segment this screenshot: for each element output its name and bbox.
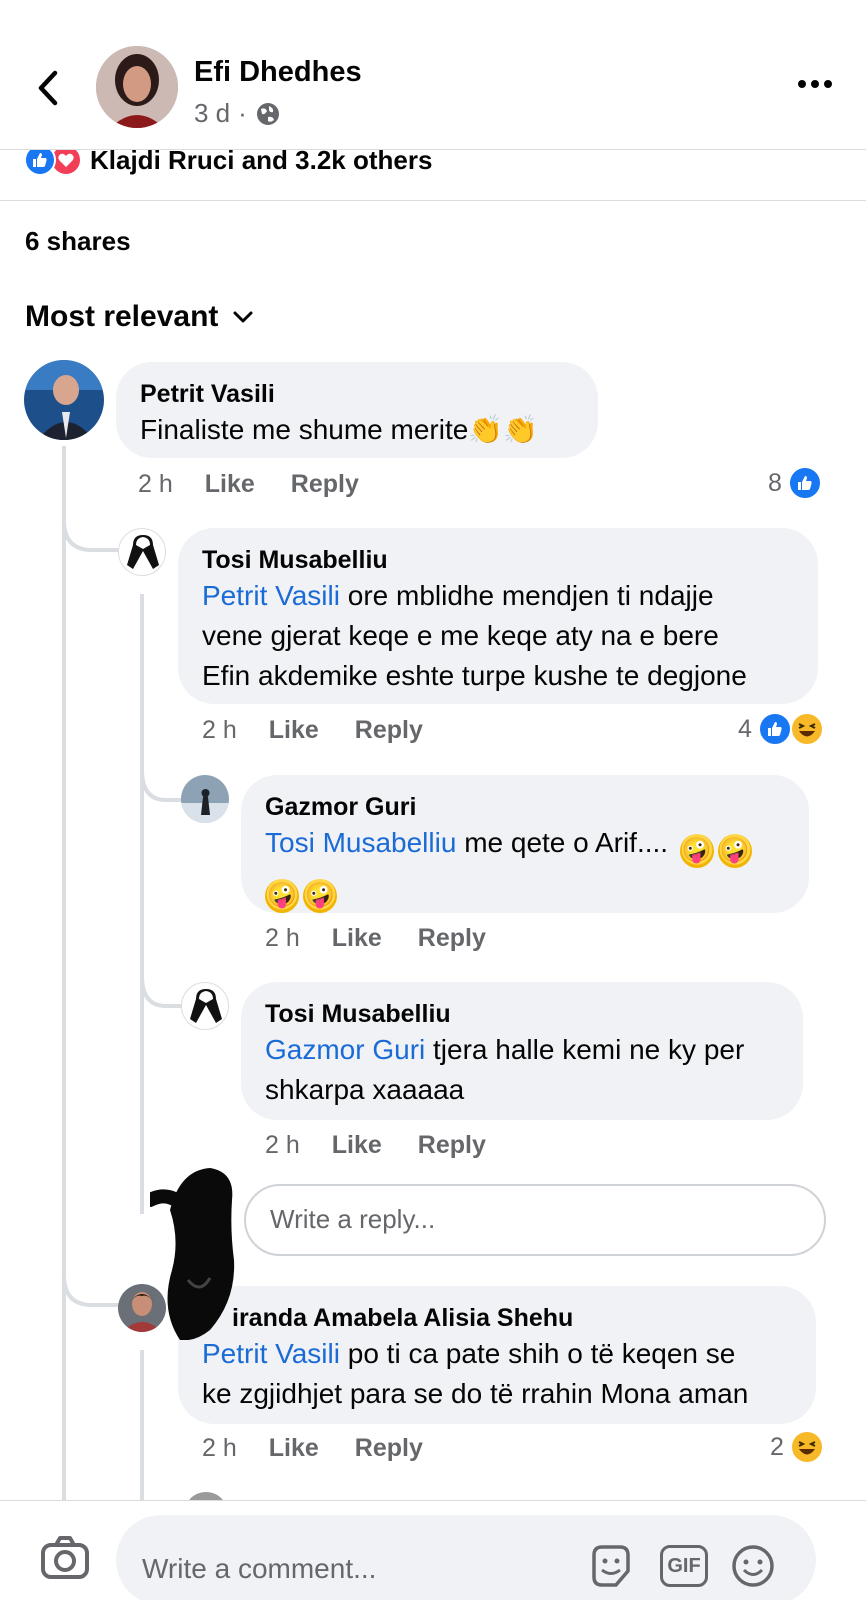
commenter-avatar[interactable] xyxy=(118,528,166,576)
comment-placeholder: Write a comment... xyxy=(142,1553,377,1584)
comment-text: Gazmor Guri tjera halle kemi ne ky per xyxy=(265,1034,745,1065)
gif-icon: GIF xyxy=(667,1554,701,1577)
reply-button[interactable]: Reply xyxy=(355,716,423,745)
comment-text-line: shkarpa xaaaaa xyxy=(265,1074,465,1105)
like-button[interactable]: Like xyxy=(269,716,319,745)
thread-connector xyxy=(62,1275,122,1307)
post-header: Efi Dhedhes 3 d · xyxy=(0,0,866,150)
comment-actions: 2 h Like Reply xyxy=(138,470,395,499)
comment-reactions[interactable]: 2 xyxy=(770,1430,824,1464)
reply-button[interactable]: Reply xyxy=(418,924,486,953)
comment-actions: 2 h Like Reply xyxy=(265,1131,522,1160)
comment-bubble[interactable]: iranda Amabela Alisia Shehu Petrit Vasil… xyxy=(178,1286,816,1424)
commenter-name[interactable]: Tosi Musabelliu xyxy=(265,998,779,1030)
mention-link[interactable]: Petrit Vasili xyxy=(202,1338,340,1369)
meta-separator: · xyxy=(238,98,247,128)
like-button[interactable]: Like xyxy=(332,924,382,953)
comment-text: Petrit Vasili ore mblidhe mendjen ti nda… xyxy=(202,580,714,611)
reaction-count: 2 xyxy=(770,1432,784,1461)
haha-reaction-icon xyxy=(789,712,824,746)
clap-emoji: 👏👏 xyxy=(468,414,539,445)
reaction-count: 4 xyxy=(738,714,752,743)
author-name[interactable]: Efi Dhedhes xyxy=(194,56,362,89)
divider xyxy=(0,200,866,201)
comment-bubble[interactable]: Tosi Musabelliu Gazmor Guri tjera halle … xyxy=(241,982,803,1120)
more-options-button[interactable] xyxy=(798,80,832,88)
reaction-count: 8 xyxy=(768,468,782,497)
zany-face-icon: 🤪 xyxy=(303,879,337,913)
comment-actions: 2 h Like Reply xyxy=(202,716,459,745)
commenter-name[interactable]: Petrit Vasili xyxy=(140,378,574,410)
more-icon xyxy=(798,80,806,88)
comment-input[interactable]: Write a comment... GIF xyxy=(116,1515,816,1600)
commenter-avatar[interactable] xyxy=(24,360,104,440)
sticker-icon[interactable] xyxy=(588,1543,634,1589)
comment-bubble[interactable]: Tosi Musabelliu Petrit Vasili ore mblidh… xyxy=(178,528,818,704)
gif-button[interactable]: GIF xyxy=(660,1545,708,1587)
globe-icon xyxy=(256,102,279,125)
mention-link[interactable]: Gazmor Guri xyxy=(265,1034,425,1065)
commenter-name[interactable]: iranda Amabela Alisia Shehu xyxy=(202,1302,792,1334)
post-time: 3 d xyxy=(194,98,231,128)
commenter-name[interactable]: Gazmor Guri xyxy=(265,791,785,823)
comment-time: 2 h xyxy=(265,1131,300,1159)
zany-face-icon: 🤪 xyxy=(265,879,299,913)
comment-composer: Write a comment... GIF xyxy=(0,1500,866,1600)
comment-text-line: Efin akdemike eshte turpe kushe te degjo… xyxy=(202,660,747,691)
comment-reactions[interactable]: 4 xyxy=(738,712,824,746)
comment-text-line: vene gjerat keqe e me keqe aty na e bere xyxy=(202,620,719,651)
comment-actions: 2 h Like Reply xyxy=(265,924,522,953)
comment-text-line: 🤪 🤪 xyxy=(261,868,785,913)
shares-count[interactable]: 6 shares xyxy=(25,226,131,257)
comment-reactions[interactable]: 8 xyxy=(768,466,822,500)
commenter-avatar[interactable] xyxy=(181,775,229,823)
thread-line xyxy=(140,1350,144,1510)
comment-text-line: ke zgjidhjet para se do të rrahin Mona a… xyxy=(202,1378,749,1409)
like-reaction-icon xyxy=(787,466,822,500)
mention-link[interactable]: Tosi Musabelliu xyxy=(265,827,456,858)
commenter-name[interactable]: Tosi Musabelliu xyxy=(202,544,794,576)
comment-text: Petrit Vasili po ti ca pate shih o të ke… xyxy=(202,1338,736,1369)
thread-connector xyxy=(62,520,122,552)
post-meta: 3 d · xyxy=(194,98,281,129)
thread-line xyxy=(140,594,144,1214)
like-button[interactable]: Like xyxy=(269,1434,319,1463)
like-button[interactable]: Like xyxy=(332,1131,382,1160)
comment-actions: 2 h Like Reply xyxy=(202,1434,459,1463)
mention-link[interactable]: Petrit Vasili xyxy=(202,580,340,611)
zany-face-icon: 🤪 xyxy=(679,834,714,868)
haha-reaction-icon xyxy=(789,1430,824,1464)
emoji-icon[interactable] xyxy=(730,1543,776,1589)
reply-button[interactable]: Reply xyxy=(355,1434,423,1463)
chevron-down-icon xyxy=(233,311,253,323)
like-button[interactable]: Like xyxy=(205,470,255,499)
comment-text: Finaliste me shume merite👏👏 xyxy=(140,414,539,445)
commenter-avatar[interactable] xyxy=(181,982,229,1030)
comment-time: 2 h xyxy=(202,716,237,744)
comment-text: Tosi Musabelliu me qete o Arif.... 🤪 🤪 xyxy=(265,823,785,868)
comment-time: 2 h xyxy=(265,924,300,952)
camera-icon[interactable] xyxy=(40,1535,90,1579)
back-button[interactable] xyxy=(28,66,68,110)
reply-button[interactable]: Reply xyxy=(418,1131,486,1160)
comment-time: 2 h xyxy=(202,1434,237,1462)
comment-bubble[interactable]: Petrit Vasili Finaliste me shume merite👏… xyxy=(116,362,598,458)
reply-input[interactable]: Write a reply... xyxy=(244,1184,826,1256)
sort-dropdown[interactable]: Most relevant xyxy=(25,300,254,334)
comment-time: 2 h xyxy=(138,470,173,498)
author-avatar[interactable] xyxy=(96,46,178,128)
zany-face-icon: 🤪 xyxy=(717,834,752,868)
like-reaction-icon xyxy=(757,712,792,746)
reply-button[interactable]: Reply xyxy=(291,470,359,499)
scribble-overlay xyxy=(150,1168,235,1340)
comment-bubble[interactable]: Gazmor Guri Tosi Musabelliu me qete o Ar… xyxy=(241,775,809,913)
sort-label: Most relevant xyxy=(25,300,219,333)
back-arrow-icon xyxy=(38,70,58,106)
thread-line xyxy=(62,446,66,1506)
